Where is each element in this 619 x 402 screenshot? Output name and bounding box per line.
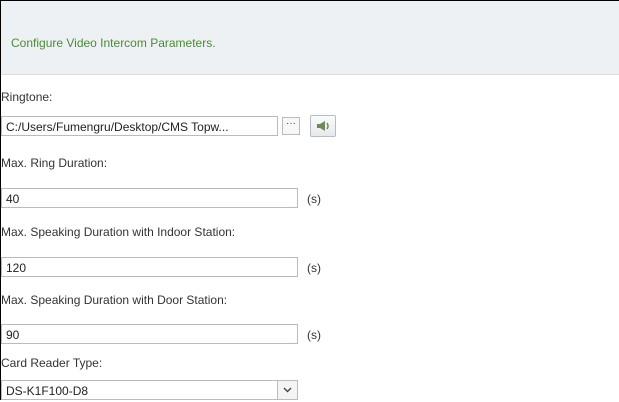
card-reader-type-select[interactable]: DS-K1F100-D8 [1,380,298,400]
max-speaking-indoor-value: 120 [6,261,27,275]
max-speaking-indoor-input[interactable]: 120 [1,257,298,277]
max-ring-duration-input[interactable]: 40 [1,188,298,208]
max-ring-duration-label: Max. Ring Duration: [1,156,108,170]
card-reader-type-label: Card Reader Type: [1,356,103,370]
max-ring-duration-unit: (s) [307,192,321,206]
max-speaking-door-label: Max. Speaking Duration with Door Station… [1,293,228,307]
chevron-down-icon [283,387,292,393]
dropdown-arrow[interactable] [277,381,297,399]
max-speaking-indoor-label: Max. Speaking Duration with Indoor Stati… [1,225,236,239]
ringtone-path-field[interactable]: C:/Users/Fumengru/Desktop/CMS Topw... [1,116,278,136]
max-speaking-door-input[interactable]: 90 [1,324,298,344]
max-speaking-door-value: 90 [6,328,20,342]
ringtone-path-value: C:/Users/Fumengru/Desktop/CMS Topw... [6,120,229,134]
play-ringtone-button[interactable] [310,115,336,137]
speaker-icon [317,121,329,131]
panel-header: Configure Video Intercom Parameters. [1,1,619,75]
panel-title: Configure Video Intercom Parameters. [11,36,216,50]
max-ring-duration-value: 40 [6,192,20,206]
card-reader-type-value: DS-K1F100-D8 [6,384,89,398]
max-speaking-door-unit: (s) [307,328,321,342]
ringtone-label: Ringtone: [1,90,53,104]
parameters-panel: Configure Video Intercom Parameters. Rin… [0,0,619,400]
browse-button[interactable]: ··· [282,117,300,135]
max-speaking-indoor-unit: (s) [307,261,321,275]
